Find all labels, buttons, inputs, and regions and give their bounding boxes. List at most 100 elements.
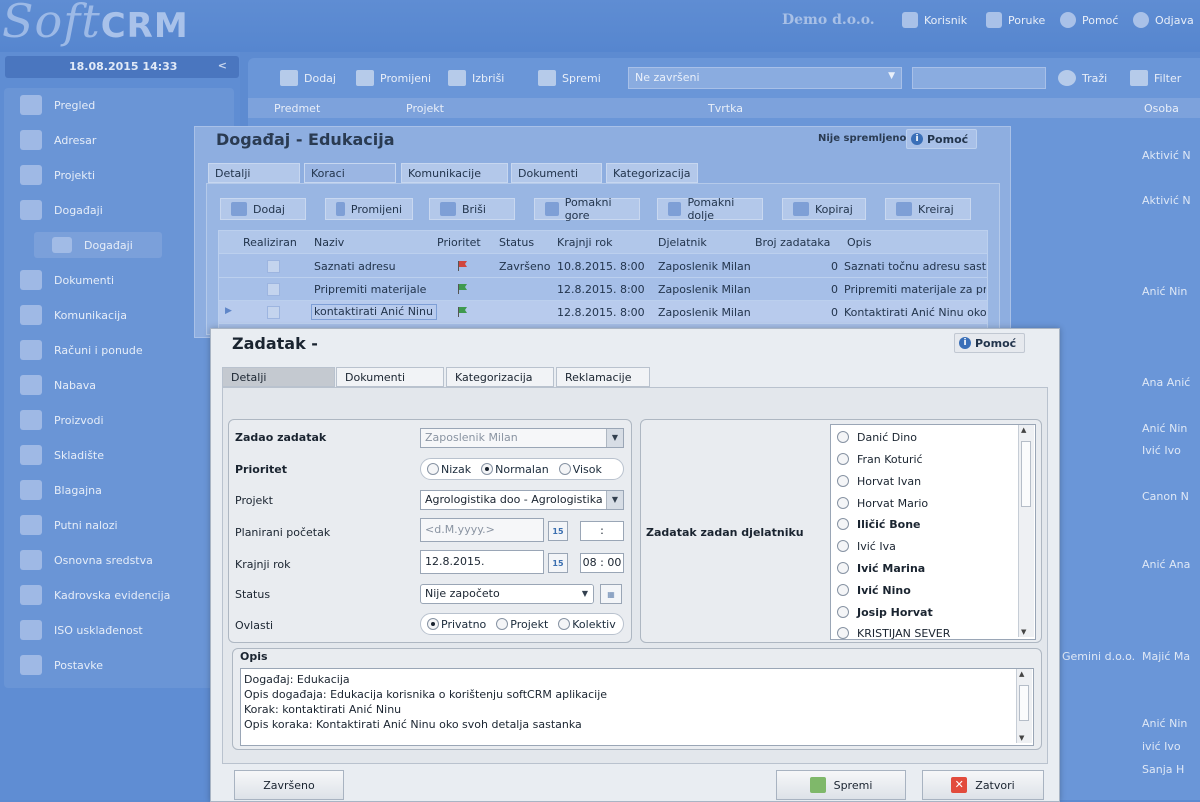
description-textarea[interactable]: Događaj: Edukacija Opis događaja: Edukac… (240, 668, 1034, 746)
sidebar-item-blagajna[interactable]: Blagajna (20, 477, 102, 503)
user-menu-button[interactable]: Korisnik (902, 10, 967, 30)
sidebar-item-racuni[interactable]: Računi i ponude (20, 337, 143, 363)
step-move-up-button[interactable]: Pomakni gore (534, 196, 640, 222)
table-icon[interactable]: ▦ (600, 584, 622, 604)
assigned-by-select[interactable]: Zaposlenik Milan ▼ (420, 428, 624, 448)
permission-projekt-radio[interactable]: Projekt (496, 618, 548, 631)
scrollbar-thumb[interactable] (1019, 685, 1029, 721)
step-delete-button[interactable]: Briši (429, 198, 515, 220)
scrollbar-thumb[interactable] (1021, 441, 1031, 507)
list-item[interactable]: Danić Dino (837, 428, 917, 446)
col-broj-zadataka[interactable]: Broj zadataka (755, 236, 830, 249)
realized-checkbox[interactable] (267, 283, 280, 296)
realized-checkbox[interactable] (267, 260, 280, 273)
main-edit-button[interactable]: Promijeni (356, 70, 431, 86)
permission-kolektiv-radio[interactable]: Kolektiv (558, 618, 616, 631)
col-realiziran[interactable]: Realiziran (243, 236, 297, 249)
scroll-up-icon[interactable]: ▲ (1019, 670, 1024, 678)
calendar-icon[interactable]: 15 (548, 553, 568, 573)
col-naziv[interactable]: Naziv (314, 236, 344, 249)
scroll-up-icon[interactable]: ▲ (1021, 426, 1026, 434)
tab-detalji[interactable]: Detalji (208, 163, 300, 183)
planned-start-time-input[interactable]: : (580, 521, 624, 541)
table-row[interactable]: Pripremiti materijale 12.8.2015. 8:00 Za… (219, 278, 987, 301)
sidebar-item-projekti[interactable]: Projekti (20, 162, 95, 188)
collapse-sidebar-button[interactable]: < (218, 59, 227, 72)
sidebar-item-dogadaji[interactable]: Događaji (20, 197, 103, 223)
priority-normalan-radio[interactable]: Normalan (481, 463, 549, 476)
employee-list-scrollbar[interactable]: ▲ ▼ (1018, 425, 1034, 637)
step-add-button[interactable]: Dodaj (220, 198, 306, 220)
sidebar-item-skladiste[interactable]: Skladište (20, 442, 104, 468)
col-predmet[interactable]: Predmet (274, 102, 320, 115)
list-item[interactable]: Horvat Ivan (837, 472, 921, 490)
col-osoba[interactable]: Osoba (1144, 102, 1179, 115)
sidebar-item-komunikacija[interactable]: Komunikacija (20, 302, 127, 328)
tab-dokumenti[interactable]: Dokumenti (511, 163, 602, 183)
col-prioritet[interactable]: Prioritet (437, 236, 481, 249)
step-copy-button[interactable]: Kopiraj (782, 198, 866, 220)
main-search-input[interactable] (912, 67, 1046, 89)
messages-button[interactable]: Poruke (986, 10, 1045, 30)
step-create-button[interactable]: Kreiraj (885, 198, 971, 220)
list-item[interactable]: Josip Horvat (837, 603, 933, 621)
event-help-button[interactable]: i Pomoć (906, 129, 978, 149)
table-row-selected[interactable]: ▶ kontaktirati Anić Ninu 12.8.2015. 8:00… (219, 301, 987, 324)
status-filter-select[interactable]: Ne završeni ▼ (628, 67, 902, 89)
sidebar-item-postavke[interactable]: Postavke (20, 652, 103, 678)
list-item[interactable]: KRISTIJAN SEVER (837, 624, 950, 639)
project-select[interactable]: Agrologistika doo - Agrologistika 18-5 ▼ (420, 490, 624, 510)
main-add-button[interactable]: Dodaj (280, 70, 336, 86)
main-save-button[interactable]: Spremi (538, 70, 601, 86)
description-scrollbar[interactable]: ▲ ▼ (1016, 669, 1032, 743)
col-djelatnik[interactable]: Djelatnik (658, 236, 707, 249)
sidebar-item-putni-nalozi[interactable]: Putni nalozi (20, 512, 118, 538)
sidebar-item-osnovna-sredstva[interactable]: Osnovna sredstva (20, 547, 153, 573)
task-tab-dokumenti[interactable]: Dokumenti (336, 367, 444, 387)
task-tab-reklamacije[interactable]: Reklamacije (556, 367, 650, 387)
logout-button[interactable]: Odjava (1133, 10, 1194, 30)
tab-koraci[interactable]: Koraci (304, 163, 396, 183)
deadline-time-input[interactable]: 08 : 00 (580, 553, 624, 573)
list-item[interactable]: Fran Koturić (837, 450, 923, 468)
priority-nizak-radio[interactable]: Nizak (427, 463, 471, 476)
filter-button[interactable]: Filter (1130, 70, 1181, 86)
scroll-down-icon[interactable]: ▼ (1019, 734, 1024, 742)
permission-privatno-radio[interactable]: Privatno (427, 618, 486, 631)
col-tvrtka[interactable]: Tvrtka (708, 102, 743, 115)
sidebar-item-kadrovska[interactable]: Kadrovska evidencija (20, 582, 170, 608)
list-item[interactable]: Horvat Mario (837, 494, 928, 512)
planned-start-date-input[interactable]: <d.M.yyyy.> (420, 518, 544, 542)
sidebar-item-adresar[interactable]: Adresar (20, 127, 96, 153)
list-item[interactable]: Ivić Nino (837, 581, 911, 599)
list-item[interactable]: Ivić Marina (837, 559, 925, 577)
tab-komunikacije[interactable]: Komunikacije (401, 163, 508, 183)
search-button[interactable]: Traži (1058, 70, 1107, 86)
main-delete-button[interactable]: Izbriši (448, 70, 504, 86)
list-item[interactable]: Iličić Bone (837, 515, 921, 533)
scroll-down-icon[interactable]: ▼ (1021, 628, 1026, 636)
task-tab-detalji[interactable]: Detalji (222, 367, 335, 387)
col-projekt[interactable]: Projekt (406, 102, 444, 115)
help-button[interactable]: Pomoć (1060, 10, 1118, 30)
status-select[interactable]: Nije započeto ▼ (420, 584, 594, 604)
calendar-icon[interactable]: 15 (548, 521, 568, 541)
sidebar-item-pregled[interactable]: Pregled (20, 92, 95, 118)
task-tab-kategorizacija[interactable]: Kategorizacija (446, 367, 554, 387)
deadline-date-input[interactable]: 12.8.2015. (420, 550, 544, 574)
list-item[interactable]: Ivić Iva (837, 537, 896, 555)
step-edit-button[interactable]: Promijeni (325, 198, 413, 220)
sidebar-item-dokumenti[interactable]: Dokumenti (20, 267, 114, 293)
table-row[interactable]: Saznati adresu Završeno 10.8.2015. 8:00 … (219, 255, 987, 278)
col-krajnji-rok[interactable]: Krajnji rok (557, 236, 613, 249)
sidebar-item-iso[interactable]: ISO usklađenost (20, 617, 143, 643)
step-move-down-button[interactable]: Pomakni dolje (657, 196, 763, 222)
col-opis[interactable]: Opis (847, 236, 871, 249)
realized-checkbox[interactable] (267, 306, 280, 319)
tab-kategorizacija[interactable]: Kategorizacija (606, 163, 698, 183)
close-button[interactable]: ✕ Zatvori (922, 770, 1044, 800)
priority-visok-radio[interactable]: Visok (558, 463, 602, 476)
step-name[interactable]: kontaktirati Anić Ninu (311, 304, 437, 320)
done-button[interactable]: Završeno (234, 770, 344, 800)
col-status[interactable]: Status (499, 236, 534, 249)
